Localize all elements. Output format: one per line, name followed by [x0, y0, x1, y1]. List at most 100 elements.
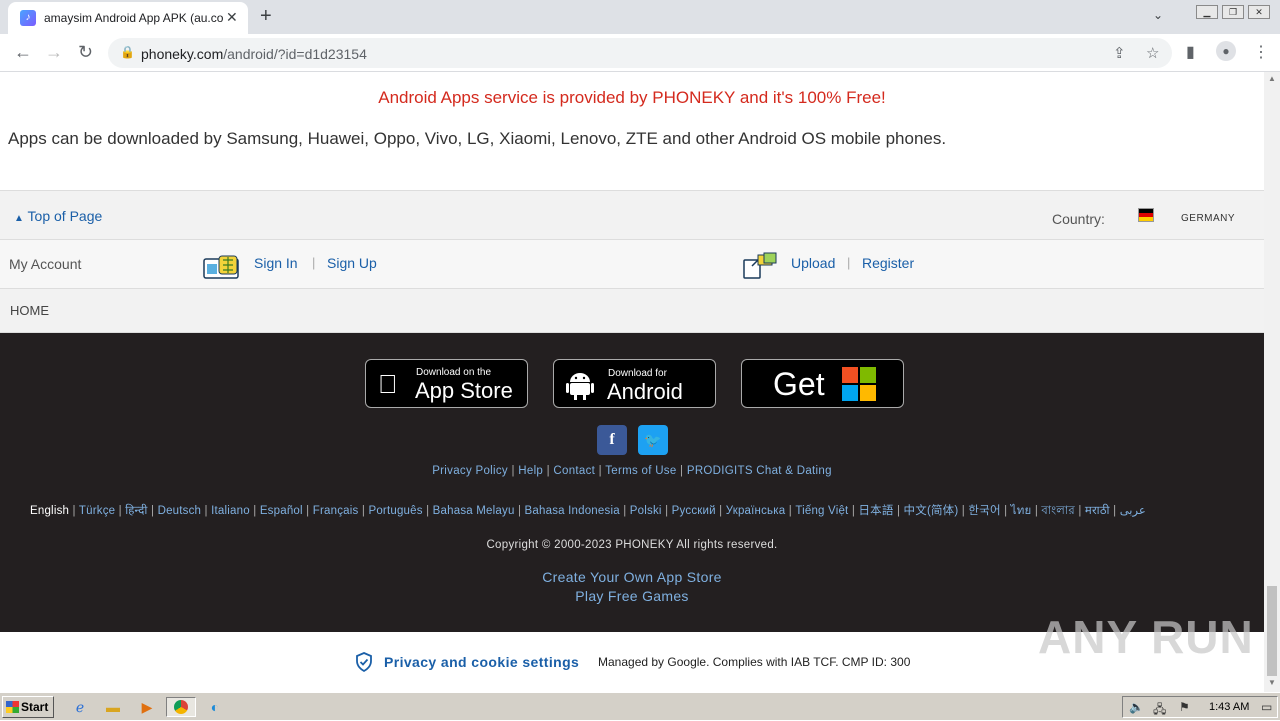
- my-account-label: My Account: [9, 256, 82, 272]
- upload-link[interactable]: Upload: [791, 255, 835, 271]
- android-small-text: Download for: [608, 368, 667, 379]
- language-francais[interactable]: Français: [313, 505, 359, 517]
- star-icon[interactable]: ☆: [1146, 44, 1159, 62]
- clock[interactable]: 1:43 AM: [1209, 701, 1249, 713]
- language-bengali[interactable]: বাংলার: [1041, 505, 1075, 517]
- site-footer:  Download on the App Store Download for…: [0, 333, 1264, 632]
- profile-icon[interactable]: ●: [1216, 41, 1236, 61]
- share-icon[interactable]: ⇪: [1113, 44, 1126, 62]
- language-vietnamese[interactable]: Tiếng Việt: [795, 505, 848, 517]
- help-link[interactable]: Help: [518, 465, 543, 477]
- language-korean[interactable]: 한국어: [968, 505, 1000, 517]
- twitter-icon[interactable]: 🐦: [638, 425, 668, 455]
- chevron-down-icon[interactable]: ⌄: [1153, 8, 1163, 22]
- language-hindi[interactable]: हिन्दी: [125, 505, 147, 517]
- volume-icon[interactable]: 🔈: [1129, 700, 1144, 714]
- page-content: Android Apps service is provided by PHON…: [0, 72, 1264, 692]
- side-panel-icon[interactable]: ▮: [1186, 42, 1195, 62]
- media-player-icon[interactable]: ▶: [136, 697, 158, 717]
- windows-taskbar: Start ℯ ▬ ▶ ◐ 🔈 🖧 ⚑ 1:43 AM ▭: [0, 692, 1280, 720]
- prodigits-link[interactable]: PRODIGITS Chat & Dating: [687, 465, 832, 477]
- close-tab-icon[interactable]: ✕: [226, 9, 238, 26]
- start-button[interactable]: Start: [2, 696, 54, 718]
- browser-toolbar: ← → ↻ 🔒 phoneky.com/android/?id=d1d23154…: [0, 34, 1280, 72]
- tab-title: amaysim Android App APK (au.com.a: [44, 11, 224, 25]
- terms-of-use-link[interactable]: Terms of Use: [605, 465, 676, 477]
- back-icon[interactable]: ←: [14, 42, 32, 63]
- language-italiano[interactable]: Italiano: [211, 505, 250, 517]
- language-thai[interactable]: ไทย: [1011, 505, 1032, 517]
- language-english[interactable]: English: [30, 505, 69, 517]
- browser-tab-strip: ♪ amaysim Android App APK (au.com.a ✕ + …: [0, 0, 1280, 34]
- language-portugues[interactable]: Português: [368, 505, 422, 517]
- sign-in-link[interactable]: Sign In: [254, 255, 298, 271]
- url-text[interactable]: phoneky.com/android/?id=d1d23154: [141, 46, 367, 62]
- language-japanese[interactable]: 日本語: [858, 505, 893, 517]
- separator: |: [847, 255, 851, 270]
- language-russian[interactable]: Русский: [672, 505, 716, 517]
- new-tab-icon[interactable]: +: [260, 5, 272, 28]
- shield-check-icon: [356, 652, 372, 672]
- window-controls: ▁ ❐ ✕: [1192, 2, 1270, 19]
- germany-flag-icon[interactable]: [1138, 208, 1154, 222]
- app-store-big-text: App Store: [415, 378, 513, 403]
- language-espanol[interactable]: Español: [260, 505, 303, 517]
- country-name[interactable]: GERMANY: [1181, 213, 1235, 224]
- flag-icon[interactable]: ⚑: [1179, 700, 1190, 714]
- internet-explorer-icon[interactable]: ℯ: [69, 697, 91, 717]
- android-big-text: Android: [607, 379, 683, 404]
- register-link[interactable]: Register: [862, 255, 914, 271]
- windows-store-button[interactable]: Get: [741, 359, 904, 408]
- sign-up-link[interactable]: Sign Up: [327, 255, 377, 271]
- scroll-down-icon[interactable]: ▼: [1268, 678, 1276, 687]
- windows-flag-icon: [6, 701, 19, 713]
- windows-logo-icon: [842, 367, 876, 401]
- breadcrumb-bar: HOME: [0, 289, 1264, 333]
- create-app-store-text[interactable]: Create Your Own App Store: [542, 569, 722, 585]
- restore-icon[interactable]: ❐: [1222, 5, 1244, 19]
- privacy-cookie-settings-link[interactable]: Privacy and cookie settings: [384, 654, 579, 670]
- country-label: Country:: [1052, 211, 1105, 227]
- network-icon[interactable]: 🖧: [1153, 700, 1166, 721]
- scroll-up-icon[interactable]: ▲: [1268, 74, 1276, 83]
- browser-tab[interactable]: ♪ amaysim Android App APK (au.com.a ✕: [8, 2, 248, 34]
- language-selector: English | Türkçe | हिन्दी | Deutsch | It…: [30, 505, 1146, 517]
- language-polski[interactable]: Polski: [630, 505, 662, 517]
- facebook-icon[interactable]: f: [597, 425, 627, 455]
- show-desktop-icon[interactable]: ▭: [1261, 700, 1272, 714]
- footer-links: Privacy Policy | Help | Contact | Terms …: [432, 465, 832, 477]
- copyright-text: Copyright © 2000-2023 PHONEKY All rights…: [486, 539, 778, 551]
- menu-icon[interactable]: ⋮: [1253, 42, 1269, 62]
- close-window-icon[interactable]: ✕: [1248, 5, 1270, 19]
- reload-icon[interactable]: ↻: [78, 42, 93, 63]
- account-bar: My Account Sign In | Sign Up Upload | Re…: [0, 240, 1264, 289]
- privacy-policy-link[interactable]: Privacy Policy: [432, 465, 508, 477]
- minimize-icon[interactable]: ▁: [1196, 5, 1218, 19]
- language-turkce[interactable]: Türkçe: [79, 505, 115, 517]
- home-link[interactable]: HOME: [10, 303, 49, 318]
- forward-icon[interactable]: →: [45, 42, 63, 63]
- language-marathi[interactable]: मराठी: [1085, 505, 1110, 517]
- contact-link[interactable]: Contact: [553, 465, 595, 477]
- amaysim-app-icon: ♪: [20, 10, 36, 26]
- scrollbar-thumb[interactable]: [1267, 586, 1277, 676]
- edge-icon[interactable]: ◐: [204, 697, 226, 717]
- start-label: Start: [21, 700, 49, 714]
- chrome-icon[interactable]: [166, 697, 196, 717]
- page-scrollbar[interactable]: ▲ ▼: [1264, 72, 1280, 692]
- android-download-button[interactable]: Download for Android: [553, 359, 716, 408]
- play-free-games-link: Play Free Games: [0, 588, 1264, 604]
- address-bar[interactable]: 🔒 phoneky.com/android/?id=d1d23154 ⇪ ☆: [108, 38, 1172, 68]
- language-chinese[interactable]: 中文(简体): [904, 505, 959, 517]
- language-deutsch[interactable]: Deutsch: [158, 505, 202, 517]
- top-of-page-link[interactable]: ▲ Top of Page: [14, 208, 102, 224]
- play-free-games-text[interactable]: Play Free Games: [575, 588, 688, 604]
- free-service-note: Android Apps service is provided by PHON…: [378, 88, 886, 107]
- get-text: Get: [773, 366, 825, 402]
- language-bahasa-indonesia[interactable]: Bahasa Indonesia: [525, 505, 620, 517]
- app-store-button[interactable]:  Download on the App Store: [365, 359, 528, 408]
- language-bahasa-melayu[interactable]: Bahasa Melayu: [433, 505, 515, 517]
- folder-icon[interactable]: ▬: [102, 697, 124, 717]
- language-ukrainian[interactable]: Українська: [726, 505, 786, 517]
- language-arabic[interactable]: عربى: [1120, 505, 1146, 517]
